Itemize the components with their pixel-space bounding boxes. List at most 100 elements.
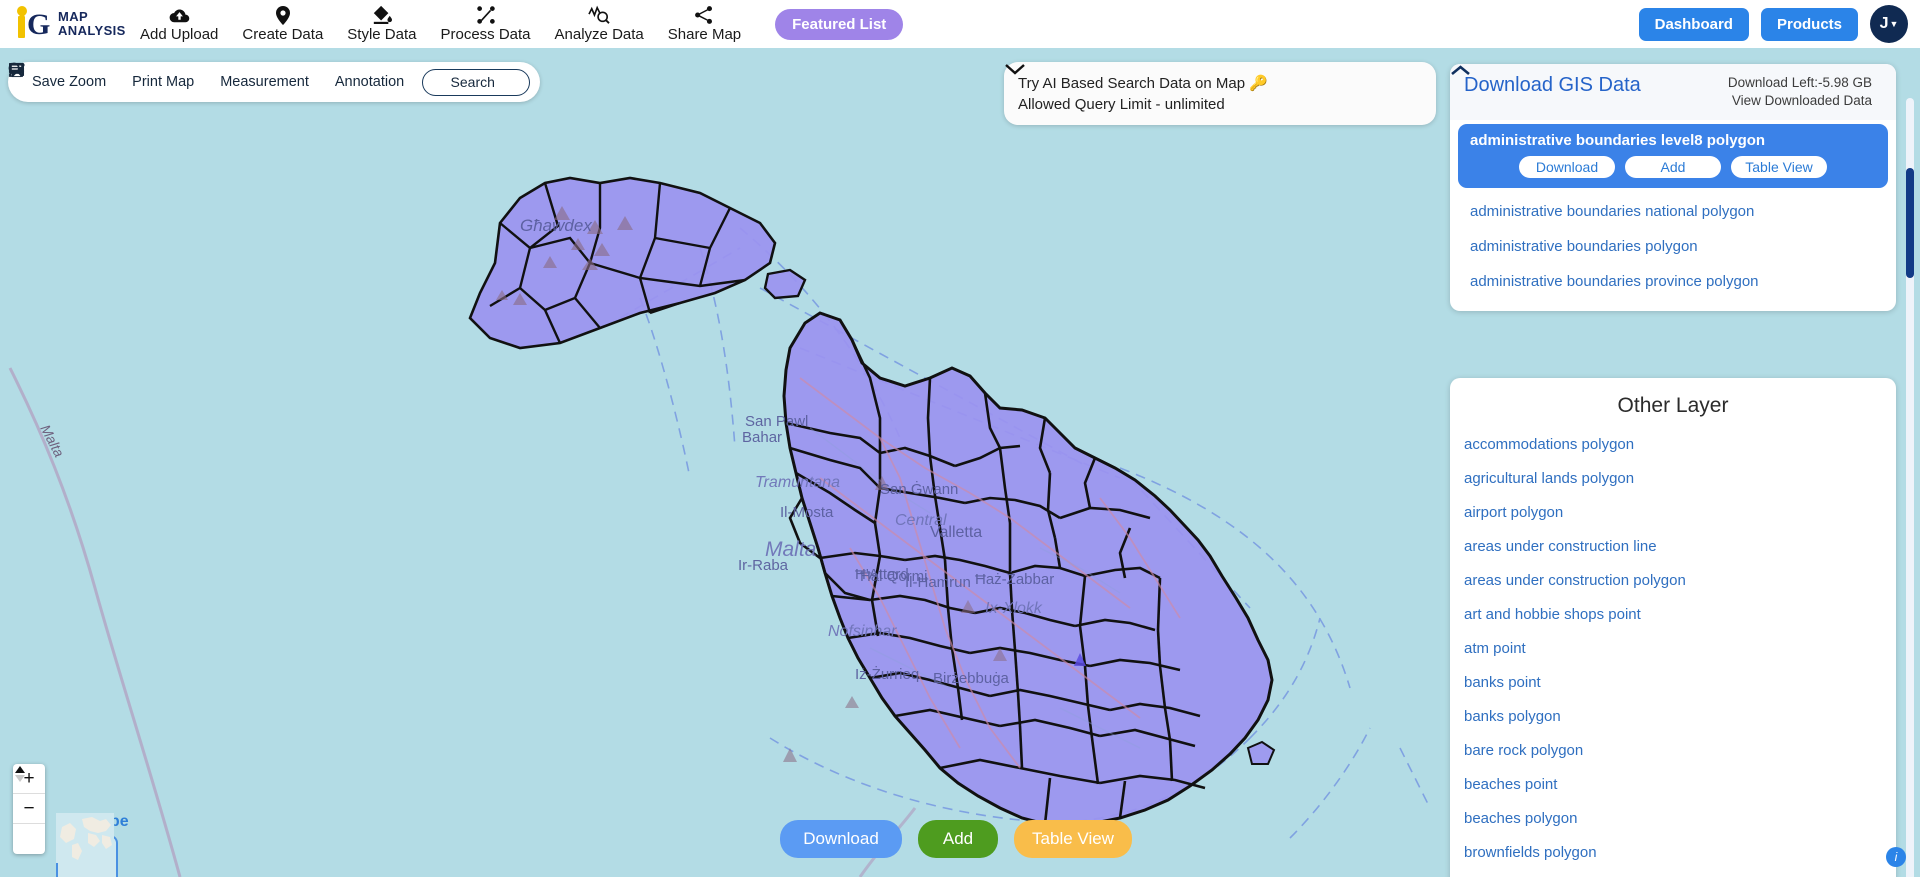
search-input[interactable]: Search (8, 62, 531, 96)
other-layer-row[interactable]: banks point (1464, 666, 1896, 700)
measurement-button[interactable]: Measurement (9, 62, 317, 94)
save-zoom-label: Save Zoom (32, 74, 107, 90)
analyze-chart-icon (588, 5, 610, 25)
info-badge-icon[interactable]: i (1886, 847, 1906, 867)
gis-layer-name: administrative boundaries level8 polygon (1470, 132, 1766, 149)
app-root: G MAP ANALYSIS Add Upload Create Data St… (0, 0, 1920, 877)
layer-table-view-button[interactable]: Table View (1731, 156, 1827, 178)
print-map-label: Print Map (132, 74, 195, 90)
nav-item-label: Analyze Data (554, 26, 644, 43)
gis-layer-row[interactable]: administrative boundaries polygon (1458, 229, 1888, 264)
key-icon: 🔑 (1249, 74, 1268, 92)
brand-logo[interactable]: G MAP ANALYSIS (0, 3, 125, 44)
map-label: Iż-Żurrieq (855, 665, 919, 683)
process-nodes-icon (476, 5, 496, 25)
other-layer-row[interactable]: airport polygon (1464, 496, 1896, 530)
gis-layer-row[interactable]: administrative boundaries national polyg… (1458, 194, 1888, 229)
annotation-button[interactable]: Annotation (9, 62, 412, 94)
layer-download-button[interactable]: Download (1519, 156, 1615, 178)
paint-bucket-icon (371, 5, 393, 25)
cloud-upload-icon (169, 5, 190, 25)
products-button[interactable]: Products (1760, 7, 1858, 41)
other-layer-row[interactable]: beaches point (1464, 768, 1896, 802)
nav-item-analyze-data[interactable]: Analyze Data (543, 3, 656, 45)
ai-search-title: Try AI Based Search Data on Map (1018, 74, 1246, 92)
gis-layer-row[interactable]: administrative boundaries province polyg… (1458, 264, 1888, 299)
map-label: Il-Mosta (780, 504, 834, 521)
other-layer-row[interactable]: brownfields polygon (1464, 836, 1896, 870)
nav-item-share-map[interactable]: Share Map (656, 3, 753, 45)
ai-search-box[interactable]: Try AI Based Search Data on Map 🔑 Allowe… (1004, 62, 1436, 125)
map-label: Birżebbuġa (933, 670, 1010, 687)
download-left-text: Download Left:-5.98 GB (1727, 75, 1872, 90)
map-canvas[interactable]: Għawdex Malta San Pawl Bahar Tramuntana Il-Mo… (0, 48, 1920, 877)
dashboard-button[interactable]: Dashboard (1638, 7, 1749, 41)
other-layer-row[interactable]: beaches polygon (1464, 802, 1896, 836)
map-label: Valletta (930, 524, 982, 541)
brand-line-1: MAP (58, 9, 89, 24)
download-button[interactable]: Download (780, 820, 902, 858)
ai-search-line-1: Try AI Based Search Data on Map 🔑 (1018, 73, 1412, 94)
share-icon (694, 5, 714, 25)
nav-item-process-data[interactable]: Process Data (428, 3, 542, 45)
layer-add-button[interactable]: Add (1625, 156, 1721, 178)
featured-list-button[interactable]: Featured List (775, 8, 904, 40)
gis-panel-title: Download GIS Data (1464, 74, 1641, 96)
nav-item-label: Share Map (667, 26, 742, 43)
other-layer-row[interactable]: banks polygon (1464, 700, 1896, 734)
nav-item-add-upload[interactable]: Add Upload (128, 3, 230, 45)
avatar[interactable]: J ▼ (1870, 5, 1908, 43)
map-label: Ħal Qormi (860, 568, 928, 585)
map-label: Tramuntana (755, 474, 840, 491)
add-button[interactable]: Add (918, 820, 998, 858)
top-navigation-bar: G MAP ANALYSIS Add Upload Create Data St… (0, 0, 1920, 48)
other-layer-title: Other Layer (1617, 394, 1729, 417)
map-label: Għawdex (520, 216, 592, 235)
map-toolbar: Save Zoom Print Map Measurement Annotati… (8, 62, 541, 102)
map-pin-icon (275, 5, 290, 25)
table-view-button[interactable]: Table View (1014, 820, 1132, 858)
map-type-swatch[interactable] (56, 813, 118, 877)
map-label: Ix-Xlokk (985, 600, 1043, 617)
other-layer-row[interactable]: areas under construction line (1464, 530, 1896, 564)
panel-scrollbar-track[interactable] (1906, 98, 1914, 877)
view-downloaded-data-link[interactable]: View Downloaded Data (1728, 92, 1872, 110)
nav-item-style-data[interactable]: Style Data (335, 3, 428, 45)
gis-layer-row-selected[interactable]: administrative boundaries level8 polygon… (1458, 124, 1888, 188)
map-label: Ir-Raba (738, 557, 789, 574)
map-zoom-controls: + − (13, 764, 45, 854)
map-type-control: Map Type (56, 813, 129, 877)
other-layer-row[interactable]: areas under construction polygon (1464, 564, 1896, 598)
logo-g-letter: G (27, 8, 51, 41)
map-label: Ħaż-Żabbar (975, 570, 1054, 588)
other-layer-row[interactable]: art and hobbie shops point (1464, 598, 1896, 632)
logo-mark-icon: G (10, 3, 58, 44)
ai-search-text: Try AI Based Search Data on Map 🔑 Allowe… (1018, 73, 1412, 115)
chevron-down-icon: ▼ (1889, 19, 1899, 29)
gis-layer-actions: Download Add Table View (1470, 156, 1876, 178)
other-layer-row[interactable]: atm point (1464, 632, 1896, 666)
map-bottom-actions: Download Add Table View (780, 820, 1132, 858)
ai-search-line-2: Allowed Query Limit - unlimited (1018, 95, 1225, 113)
nav-item-create-data[interactable]: Create Data (230, 3, 335, 45)
gis-panel-header: Download GIS Data Download Left:-5.98 GB… (1450, 64, 1896, 120)
nav-items: Add Upload Create Data Style Data Proces… (128, 3, 904, 45)
map-label: San Ġwann (880, 480, 958, 498)
compass-button[interactable] (13, 766, 45, 854)
brand-line-2: ANALYSIS (58, 23, 126, 38)
save-zoom-button[interactable]: Save Zoom (9, 63, 114, 94)
gis-panel-meta: Download Left:-5.98 GB View Downloaded D… (1728, 74, 1872, 110)
map-label: Nofsinhar (828, 623, 897, 640)
zoom-out-button[interactable]: − (13, 794, 45, 824)
map-label: San Pawl (745, 413, 808, 430)
annotation-label: Annotation (334, 74, 405, 90)
avatar-initial: J (1879, 15, 1889, 32)
panel-scrollbar-thumb[interactable] (1906, 168, 1914, 278)
nav-item-label: Process Data (440, 26, 531, 43)
other-layer-row[interactable]: accommodations polygon (1464, 428, 1896, 462)
other-layer-row[interactable]: bare rock polygon (1464, 734, 1896, 768)
download-gis-data-panel: Download GIS Data Download Left:-5.98 GB… (1450, 64, 1896, 311)
logo-i-bar-icon (18, 16, 25, 38)
print-map-button[interactable]: Print Map (8, 62, 202, 94)
other-layer-row[interactable]: agricultural lands polygon (1464, 462, 1896, 496)
